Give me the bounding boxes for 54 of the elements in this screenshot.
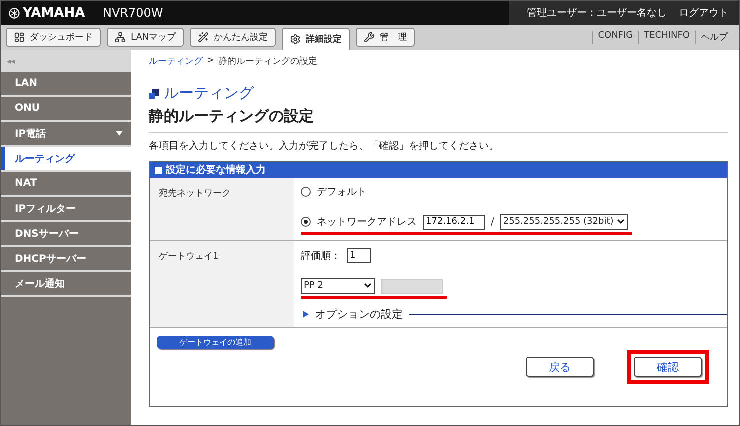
priority-input[interactable]: 1 bbox=[347, 248, 371, 263]
sidebar-item[interactable]: IP電話 bbox=[1, 122, 131, 145]
wand-icon bbox=[198, 32, 210, 43]
field-label: ゲートウェイ1 bbox=[150, 241, 294, 327]
dashboard-icon bbox=[14, 32, 25, 43]
expand-triangle-icon bbox=[303, 311, 309, 318]
mask-dropdown[interactable]: 255.255.255.255 (32bit) bbox=[500, 214, 628, 230]
square-icon bbox=[155, 166, 162, 174]
sidebar-item[interactable]: ONU bbox=[1, 97, 131, 120]
network-icon bbox=[115, 32, 126, 43]
confirm-button[interactable]: 確認 bbox=[634, 357, 702, 377]
radio-label: ネットワークアドレス bbox=[317, 216, 417, 229]
nav-tab[interactable]: LANマップ bbox=[107, 28, 184, 47]
section-square-icon bbox=[149, 88, 159, 98]
user-label: 管理ユーザー：ユーザー名なし bbox=[527, 7, 667, 20]
nav-tab[interactable]: ダッシュボード bbox=[6, 28, 101, 47]
sidebar-item[interactable]: DNSサーバー bbox=[1, 222, 131, 245]
model-name: NVR700W bbox=[103, 6, 164, 20]
add-gateway-button[interactable]: ゲートウェイの追加 bbox=[157, 336, 274, 349]
page-title: 静的ルーティングの設定 bbox=[149, 107, 728, 133]
sidebar-item[interactable]: IPフィルター bbox=[1, 197, 131, 220]
breadcrumb-current: 静的ルーティングの設定 bbox=[218, 56, 318, 68]
panel-title: 設定に必要な情報入力 bbox=[166, 163, 266, 177]
nav-tab[interactable]: 詳細設定 bbox=[282, 28, 350, 50]
address-input[interactable]: 172.16.2.1 bbox=[423, 214, 485, 230]
sidebar-item[interactable]: ルーティング bbox=[1, 147, 131, 170]
breadcrumb-separator: > bbox=[207, 56, 215, 66]
breadcrumb-link[interactable]: ルーティング bbox=[149, 54, 203, 68]
interface-dropdown[interactable]: PP 2 bbox=[301, 278, 375, 294]
instruction-text: 各項目を入力してください。入力が完了したら、「確認」を押してください。 bbox=[149, 140, 500, 153]
wrench-icon bbox=[364, 32, 376, 43]
radio-label: デフォルト bbox=[317, 186, 367, 199]
section-title: ルーティング bbox=[164, 84, 254, 103]
header-link[interactable]: TECHINFO bbox=[638, 31, 695, 44]
gear-icon bbox=[290, 34, 302, 45]
header-link[interactable]: CONFIG bbox=[592, 31, 638, 44]
field-label: 宛先ネットワーク bbox=[150, 178, 294, 240]
radio-button[interactable] bbox=[301, 187, 311, 197]
sidebar-item[interactable]: LAN bbox=[1, 72, 131, 95]
sidebar-item[interactable]: DHCPサーバー bbox=[1, 247, 131, 270]
radio-button[interactable] bbox=[301, 217, 311, 227]
caret-icon bbox=[616, 219, 625, 225]
sidebar-item[interactable]: メール通知 bbox=[1, 272, 131, 295]
header-link[interactable]: ヘルプ bbox=[695, 31, 733, 44]
back-button[interactable]: 戻る bbox=[526, 357, 594, 377]
caret-icon bbox=[364, 283, 372, 289]
nav-tab[interactable]: 管 理 bbox=[356, 28, 416, 47]
priority-label: 評価順： bbox=[301, 250, 341, 262]
sidebar-item[interactable]: NAT bbox=[1, 172, 131, 195]
options-toggle[interactable]: オプションの設定 bbox=[315, 307, 403, 322]
slash-separator: / bbox=[491, 216, 494, 228]
logout-link[interactable]: ログアウト bbox=[679, 6, 729, 20]
brand-logo: YAMAHA bbox=[1, 6, 103, 20]
nav-tab[interactable]: かんたん設定 bbox=[190, 28, 276, 47]
